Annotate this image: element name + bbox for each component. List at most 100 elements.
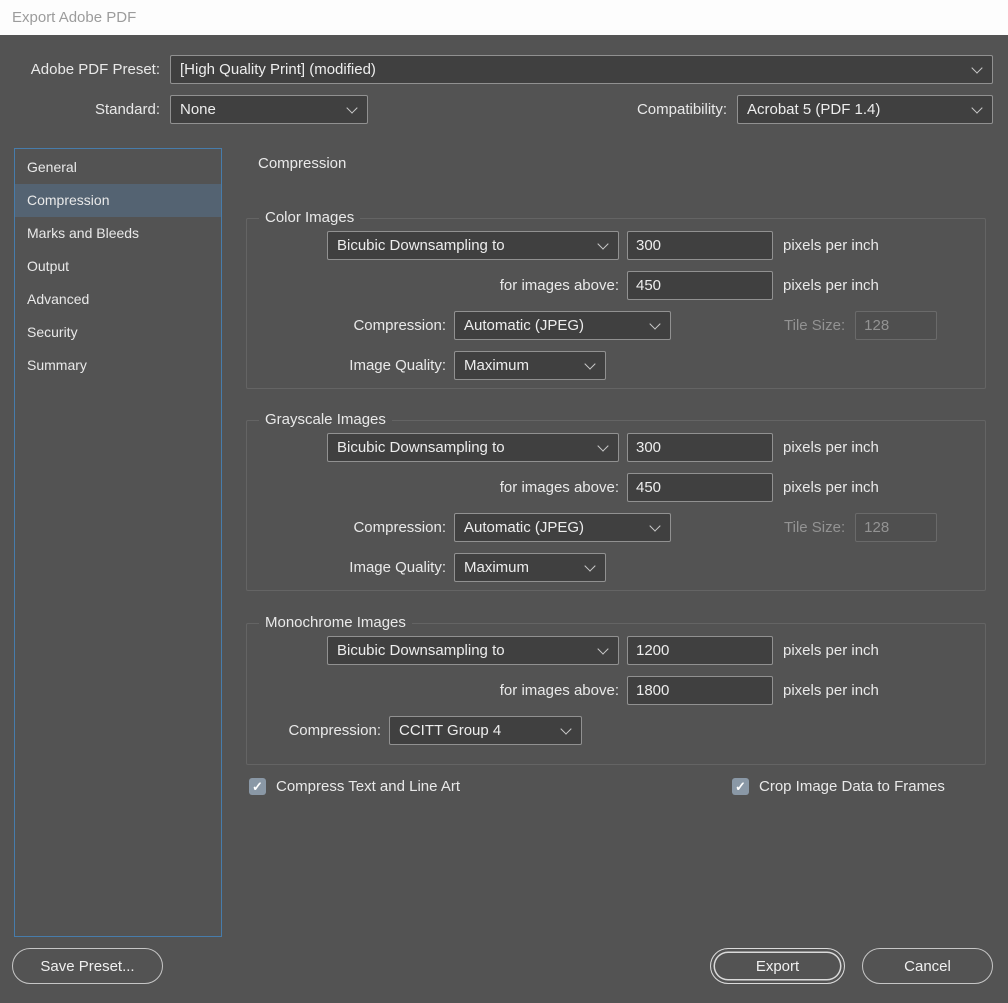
sidebar-item-output[interactable]: Output	[15, 250, 221, 283]
color-downsample-row: Bicubic Downsampling to pixels per inch	[247, 231, 985, 260]
color-compression-value: Automatic (JPEG)	[464, 317, 584, 334]
preset-label: Adobe PDF Preset:	[0, 61, 170, 78]
chevron-down-icon	[597, 440, 608, 451]
crop-image-data-checkbox-row[interactable]: ✓ Crop Image Data to Frames	[732, 778, 945, 795]
gray-compression-row: Compression: Automatic (JPEG) Tile Size:	[247, 513, 985, 542]
color-compression-label: Compression:	[247, 317, 446, 334]
compatibility-label: Compatibility:	[637, 101, 737, 118]
gray-downsample-value: Bicubic Downsampling to	[337, 439, 505, 456]
mono-ppi-label: pixels per inch	[783, 642, 879, 659]
standard-value: None	[180, 101, 216, 118]
compatibility-value: Acrobat 5 (PDF 1.4)	[747, 101, 880, 118]
gray-compression-value: Automatic (JPEG)	[464, 519, 584, 536]
mono-compression-label: Compression:	[247, 722, 381, 739]
mono-downsample-value: Bicubic Downsampling to	[337, 642, 505, 659]
chevron-down-icon	[346, 102, 357, 113]
gray-compression-label: Compression:	[247, 519, 446, 536]
crop-image-data-checkbox-label: Crop Image Data to Frames	[759, 778, 945, 795]
chevron-down-icon	[584, 358, 595, 369]
color-image-quality-value: Maximum	[464, 357, 529, 374]
color-above-row: for images above: pixels per inch	[247, 271, 985, 300]
chevron-down-icon	[597, 643, 608, 654]
mono-above-label: for images above:	[247, 682, 619, 699]
color-downsample-select[interactable]: Bicubic Downsampling to	[327, 231, 619, 260]
gray-threshold-input[interactable]	[627, 473, 773, 502]
sidebar-item-marks-and-bleeds[interactable]: Marks and Bleeds	[15, 217, 221, 250]
compress-text-checkbox[interactable]: ✓	[249, 778, 266, 795]
titlebar: Export Adobe PDF	[0, 0, 1008, 35]
mono-compression-row: Compression: CCITT Group 4	[247, 716, 985, 745]
sidebar-item-general[interactable]: General	[15, 151, 221, 184]
color-ppi-label: pixels per inch	[783, 237, 879, 254]
standard-group: Standard: None	[0, 95, 368, 124]
grayscale-images-group: Grayscale Images Bicubic Downsampling to…	[246, 420, 986, 591]
color-images-group-title: Color Images	[259, 209, 360, 226]
checkmark-icon: ✓	[252, 779, 263, 794]
crop-image-data-checkbox[interactable]: ✓	[732, 778, 749, 795]
color-image-quality-select[interactable]: Maximum	[454, 351, 606, 380]
monochrome-images-group-title: Monochrome Images	[259, 614, 412, 631]
gray-downsample-row: Bicubic Downsampling to pixels per inch	[247, 433, 985, 462]
sidebar-item-compression[interactable]: Compression	[15, 184, 221, 217]
sidebar-item-security[interactable]: Security	[15, 316, 221, 349]
export-button[interactable]: Export	[710, 948, 845, 984]
sidebar-item-advanced[interactable]: Advanced	[15, 283, 221, 316]
color-quality-row: Image Quality: Maximum	[247, 351, 985, 380]
sidebar-item-summary[interactable]: Summary	[15, 349, 221, 382]
color-compression-row: Compression: Automatic (JPEG) Tile Size:	[247, 311, 985, 340]
color-ppi-label-2: pixels per inch	[783, 277, 879, 294]
gray-resolution-input[interactable]	[627, 433, 773, 462]
mono-resolution-input[interactable]	[627, 636, 773, 665]
color-threshold-input[interactable]	[627, 271, 773, 300]
gray-ppi-label: pixels per inch	[783, 439, 879, 456]
preset-select[interactable]: [High Quality Print] (modified)	[170, 55, 993, 84]
color-images-group: Color Images Bicubic Downsampling to pix…	[246, 218, 986, 389]
chevron-down-icon	[584, 560, 595, 571]
preset-value: [High Quality Print] (modified)	[180, 61, 376, 78]
chevron-down-icon	[971, 62, 982, 73]
chevron-down-icon	[649, 520, 660, 531]
color-resolution-input[interactable]	[627, 231, 773, 260]
mono-threshold-input[interactable]	[627, 676, 773, 705]
save-preset-button[interactable]: Save Preset...	[12, 948, 163, 984]
window-title: Export Adobe PDF	[12, 9, 136, 26]
gray-tile-size-label: Tile Size:	[784, 519, 845, 536]
grayscale-images-group-title: Grayscale Images	[259, 411, 392, 428]
chevron-down-icon	[971, 102, 982, 113]
monochrome-images-group: Monochrome Images Bicubic Downsampling t…	[246, 623, 986, 765]
standard-compatibility-row: Standard: None Compatibility: Acrobat 5 …	[0, 95, 993, 124]
sections-list: General Compression Marks and Bleeds Out…	[14, 148, 222, 937]
mono-compression-select[interactable]: CCITT Group 4	[389, 716, 582, 745]
cancel-button[interactable]: Cancel	[862, 948, 993, 984]
gray-quality-row: Image Quality: Maximum	[247, 553, 985, 582]
chevron-down-icon	[597, 238, 608, 249]
gray-ppi-label-2: pixels per inch	[783, 479, 879, 496]
mono-above-row: for images above: pixels per inch	[247, 676, 985, 705]
chevron-down-icon	[560, 723, 571, 734]
checkmark-icon: ✓	[735, 779, 746, 794]
color-tile-size-input	[855, 311, 937, 340]
color-image-quality-label: Image Quality:	[247, 357, 446, 374]
gray-image-quality-value: Maximum	[464, 559, 529, 576]
mono-downsample-row: Bicubic Downsampling to pixels per inch	[247, 636, 985, 665]
chevron-down-icon	[649, 318, 660, 329]
gray-above-label: for images above:	[247, 479, 619, 496]
panel-title: Compression	[258, 155, 346, 172]
mono-compression-value: CCITT Group 4	[399, 722, 501, 739]
gray-image-quality-select[interactable]: Maximum	[454, 553, 606, 582]
color-downsample-value: Bicubic Downsampling to	[337, 237, 505, 254]
gray-tile-size-input	[855, 513, 937, 542]
gray-downsample-select[interactable]: Bicubic Downsampling to	[327, 433, 619, 462]
standard-label: Standard:	[0, 101, 170, 118]
compress-text-checkbox-label: Compress Text and Line Art	[276, 778, 460, 795]
compress-text-checkbox-row[interactable]: ✓ Compress Text and Line Art	[249, 778, 460, 795]
color-tile-size-label: Tile Size:	[784, 317, 845, 334]
compatibility-select[interactable]: Acrobat 5 (PDF 1.4)	[737, 95, 993, 124]
gray-compression-select[interactable]: Automatic (JPEG)	[454, 513, 671, 542]
color-compression-select[interactable]: Automatic (JPEG)	[454, 311, 671, 340]
color-above-label: for images above:	[247, 277, 619, 294]
gray-above-row: for images above: pixels per inch	[247, 473, 985, 502]
compatibility-group: Compatibility: Acrobat 5 (PDF 1.4)	[637, 95, 993, 124]
mono-downsample-select[interactable]: Bicubic Downsampling to	[327, 636, 619, 665]
standard-select[interactable]: None	[170, 95, 368, 124]
